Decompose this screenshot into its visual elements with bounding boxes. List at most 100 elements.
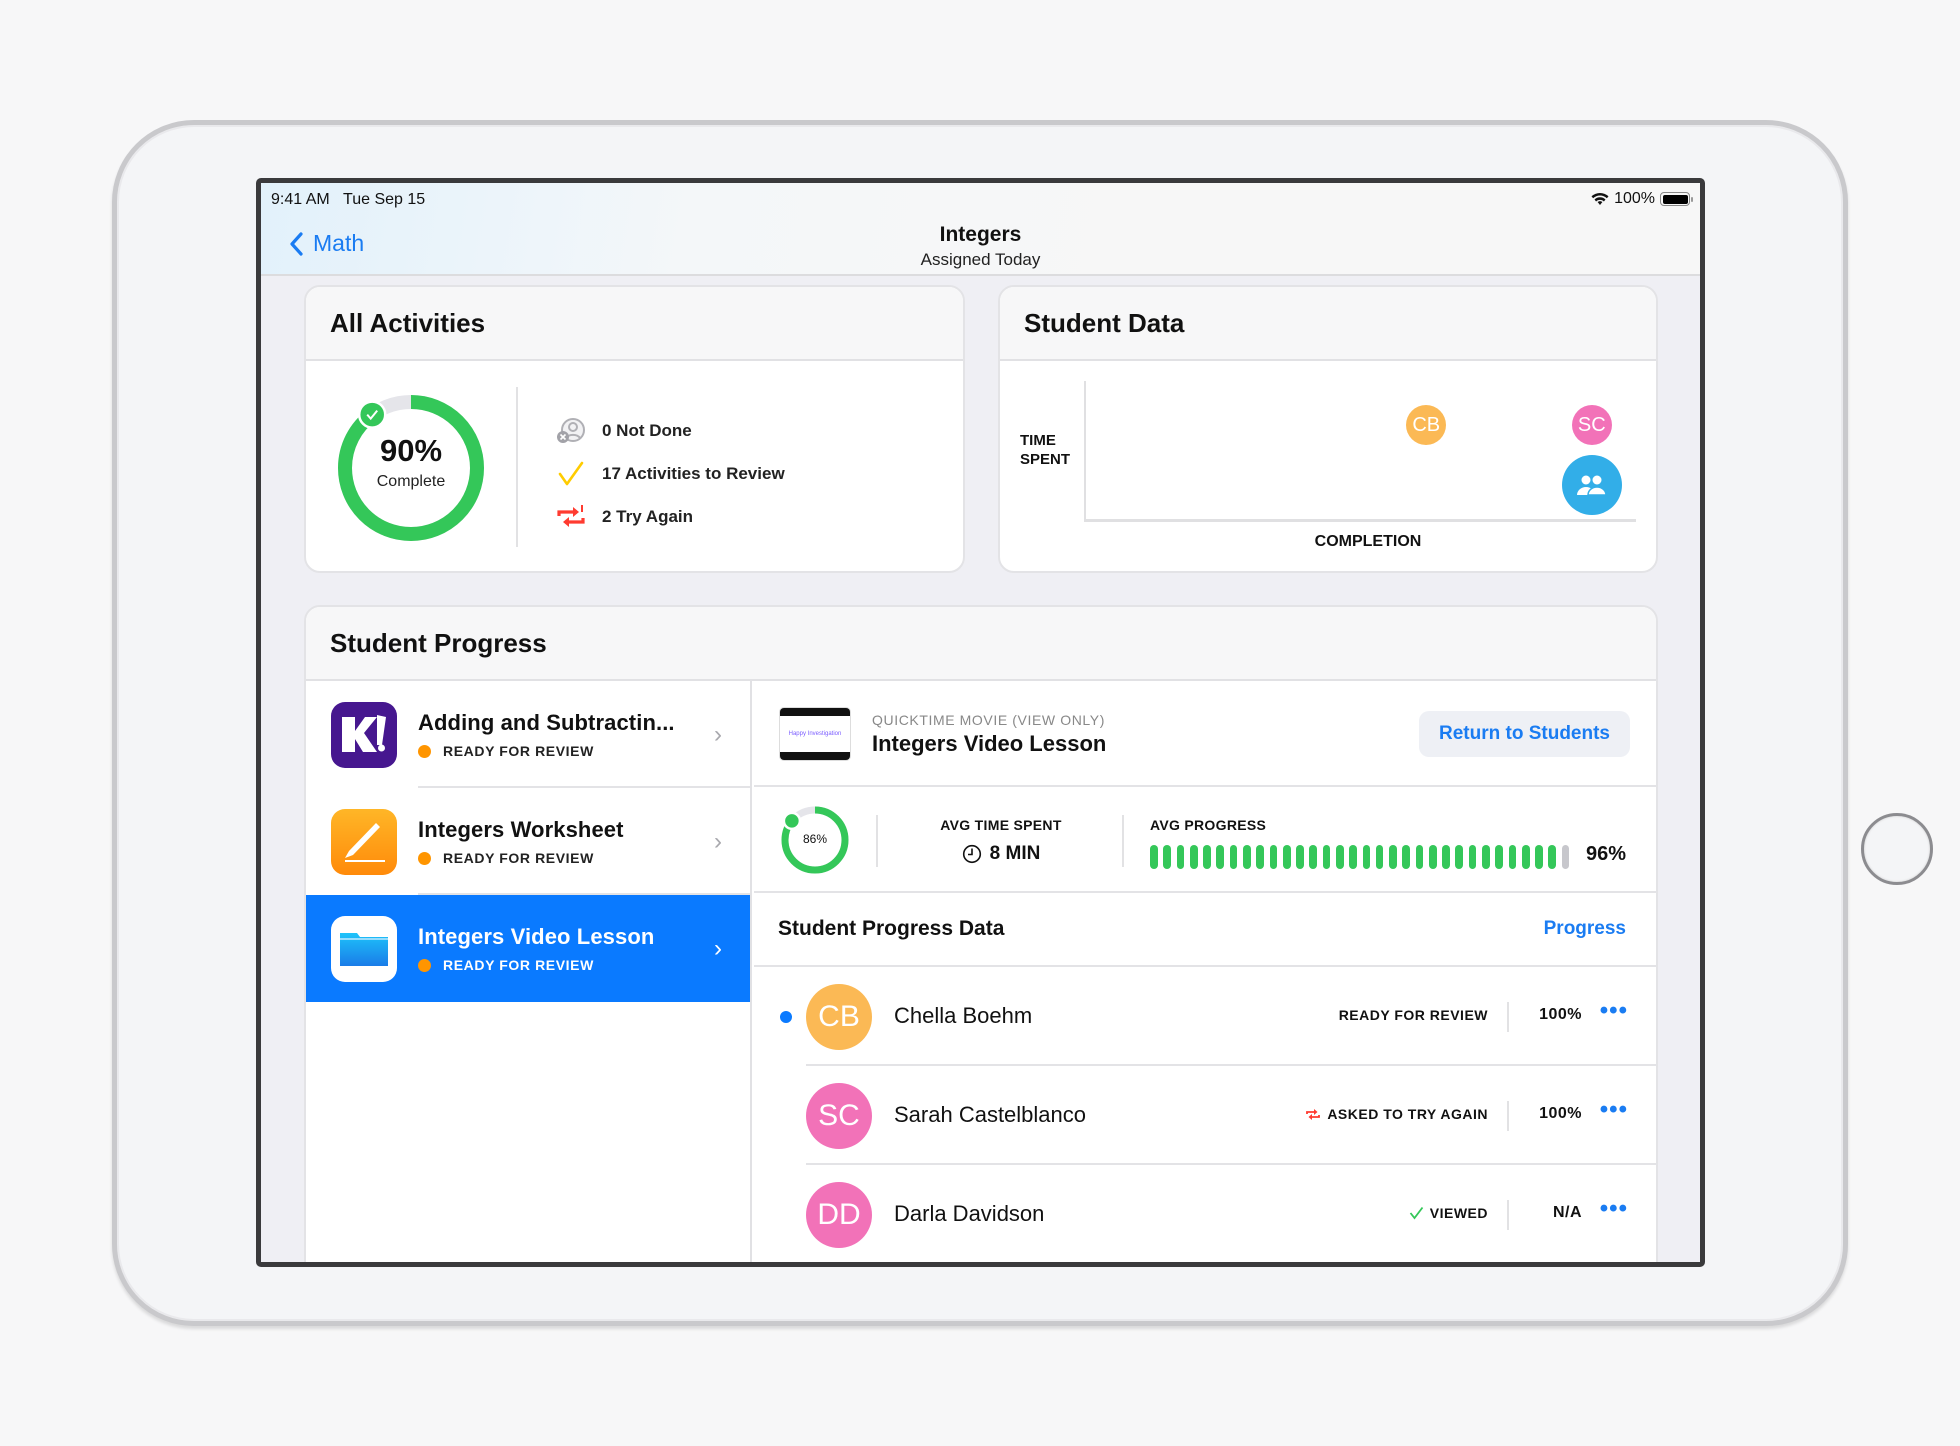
activity-type-label: QUICKTIME MOVIE (VIEW ONLY) bbox=[872, 712, 1105, 728]
date-text: Tue Sep 15 bbox=[343, 191, 426, 208]
student-row[interactable]: DD Darla Davidson VIEWED N/A ••• bbox=[754, 1165, 1656, 1262]
student-avatar: DD bbox=[806, 1182, 872, 1248]
activity-status: READY FOR REVIEW bbox=[443, 957, 594, 973]
progress-segment-filled bbox=[1495, 845, 1503, 869]
battery-icon bbox=[1660, 192, 1693, 206]
progress-segment-filled bbox=[1508, 845, 1517, 869]
progress-segment-filled bbox=[1335, 845, 1344, 869]
video-thumbnail[interactable]: Happy Investigation bbox=[780, 708, 850, 760]
status-dot bbox=[418, 744, 431, 758]
student-avatar: SC bbox=[806, 1083, 872, 1149]
try-again-icon bbox=[554, 502, 588, 532]
page-title: Integers bbox=[939, 223, 1022, 246]
progress-sort-button[interactable]: Progress bbox=[1544, 918, 1626, 940]
progress-segment-filled bbox=[1282, 845, 1291, 869]
activity-list: Adding and Subtractin... READY FOR REVIE… bbox=[306, 681, 752, 1262]
student-scatter-chart: TIME SPENT COMPLETION CB SC bbox=[1000, 361, 1656, 571]
ring-end-knob bbox=[357, 400, 387, 429]
progress-segment-filled bbox=[1362, 845, 1371, 869]
student-status-text: VIEWED bbox=[1429, 1205, 1488, 1221]
student-avatar: CB bbox=[806, 984, 872, 1050]
activity-row-selected[interactable]: Integers Video Lesson READY FOR REVIEW › bbox=[306, 895, 750, 1002]
student-status: ASKED TO TRY AGAIN bbox=[1305, 1106, 1488, 1122]
try-again-icon bbox=[1306, 1108, 1321, 1120]
progress-segment-filled bbox=[1482, 845, 1490, 869]
status-dot bbox=[418, 958, 431, 972]
stat-label: 0 Not Done bbox=[602, 420, 692, 440]
student-status-text: READY FOR REVIEW bbox=[1338, 1007, 1488, 1023]
stat-try-again[interactable]: 2 Try Again bbox=[554, 495, 785, 538]
progress-segment-filled bbox=[1150, 845, 1158, 869]
progress-segment-filled bbox=[1389, 845, 1397, 869]
divider bbox=[516, 387, 518, 547]
activity-row[interactable]: Adding and Subtractin... READY FOR REVIE… bbox=[306, 681, 750, 788]
completion-label: Complete bbox=[376, 473, 446, 490]
student-row[interactable]: SC Sarah Castelblanco ASKED TO TRY AGAIN 10… bbox=[754, 1066, 1656, 1165]
progress-segment-filled bbox=[1296, 845, 1304, 869]
y-axis-label: TIME SPENT bbox=[1020, 431, 1070, 469]
progress-segment-filled bbox=[1349, 845, 1357, 869]
detail-header: Happy Investigation QUICKTIME MOVIE (VIE… bbox=[754, 681, 1656, 787]
card-title: Student Progress bbox=[306, 607, 1656, 681]
activity-name: Integers Worksheet bbox=[418, 817, 624, 842]
progress-segment-filled bbox=[1256, 845, 1264, 869]
more-options-button[interactable]: ••• bbox=[1600, 997, 1628, 1025]
unread-dot bbox=[780, 1011, 792, 1023]
avg-time-label: AVG TIME SPENT bbox=[940, 817, 1062, 833]
avatar-initials: DD bbox=[817, 1198, 861, 1231]
stat-not-done[interactable]: 0 Not Done bbox=[554, 409, 785, 452]
student-name: Sarah Castelblanco bbox=[894, 1102, 1087, 1127]
activity-detail-pane: Happy Investigation QUICKTIME MOVIE (VIE… bbox=[754, 681, 1656, 1262]
navigation-bar: 9:41 AM Tue Sep 15 100% Math Integers As… bbox=[261, 183, 1700, 276]
nav-title-group: Integers Assigned Today bbox=[261, 223, 1700, 270]
more-options-button[interactable]: ••• bbox=[1600, 1195, 1628, 1223]
x-axis-label: COMPLETION bbox=[1314, 533, 1422, 550]
student-point-sc[interactable]: SC bbox=[1571, 405, 1612, 446]
class-average-point[interactable] bbox=[1561, 454, 1622, 515]
activity-name: Integers Video Lesson bbox=[418, 924, 655, 949]
progress-segment-filled bbox=[1269, 845, 1278, 869]
x-axis bbox=[1084, 519, 1636, 522]
activity-title: Integers Video Lesson bbox=[872, 731, 1107, 756]
kahoot-icon bbox=[331, 701, 397, 768]
student-row[interactable]: CB Chella Boehm READY FOR REVIEW 100% ••• bbox=[754, 967, 1656, 1066]
chevron-right-icon: › bbox=[714, 935, 722, 962]
avatar-initials: SC bbox=[818, 1099, 860, 1132]
stat-label: 17 Activities to Review bbox=[602, 463, 785, 483]
progress-segment-filled bbox=[1402, 845, 1411, 869]
student-point-cb[interactable]: CB bbox=[1406, 405, 1447, 446]
avg-progress-value: 96% bbox=[1585, 843, 1626, 865]
student-list: CB Chella Boehm READY FOR REVIEW 100% ••• SC S… bbox=[754, 967, 1656, 1262]
stat-to-review[interactable]: 17 Activities to Review bbox=[554, 452, 785, 495]
more-options-button[interactable]: ••• bbox=[1600, 1096, 1628, 1124]
chevron-right-icon: › bbox=[714, 828, 722, 855]
avg-progress-label: AVG PROGRESS bbox=[1150, 817, 1267, 833]
progress-segment-filled bbox=[1548, 845, 1557, 869]
card-title: Student Data bbox=[1000, 287, 1656, 361]
thumbnail-text: Happy Investigation bbox=[788, 731, 842, 737]
progress-segment-filled bbox=[1535, 845, 1543, 869]
detail-stats: 86% AVG TIME SPENT 8 MIN AVG PROGRESS 96… bbox=[754, 787, 1656, 893]
group-icon bbox=[1576, 475, 1607, 496]
progress-segment-filled bbox=[1242, 845, 1251, 869]
activity-name: Adding and Subtractin... bbox=[418, 710, 675, 735]
ipad-screen: 9:41 AM Tue Sep 15 100% Math Integers As… bbox=[256, 178, 1705, 1267]
student-percent: N/A bbox=[1552, 1204, 1582, 1221]
avg-time-value: 8 MIN bbox=[989, 843, 1041, 864]
status-bar-time: 9:41 AM Tue Sep 15 bbox=[271, 191, 425, 209]
progress-segment-filled bbox=[1203, 845, 1211, 869]
progress-data-header: Student Progress Data Progress bbox=[754, 893, 1656, 967]
card-title: All Activities bbox=[306, 287, 963, 361]
return-to-students-button[interactable]: Return to Students bbox=[1419, 711, 1630, 757]
progress-segment-filled bbox=[1455, 845, 1464, 869]
clock-icon bbox=[962, 844, 981, 864]
student-progress-card: Student Progress Adding and Subtractin..… bbox=[304, 605, 1658, 1262]
y-axis bbox=[1084, 381, 1086, 521]
time-text: 9:41 AM bbox=[271, 191, 330, 208]
home-button[interactable] bbox=[1861, 813, 1933, 885]
stat-label: 2 Try Again bbox=[602, 506, 694, 526]
student-name: Chella Boehm bbox=[894, 1003, 1033, 1028]
page-subtitle: Assigned Today bbox=[920, 250, 1041, 269]
activity-row[interactable]: Integers Worksheet READY FOR REVIEW › bbox=[306, 788, 750, 895]
avg-progress-bar bbox=[1150, 845, 1570, 869]
